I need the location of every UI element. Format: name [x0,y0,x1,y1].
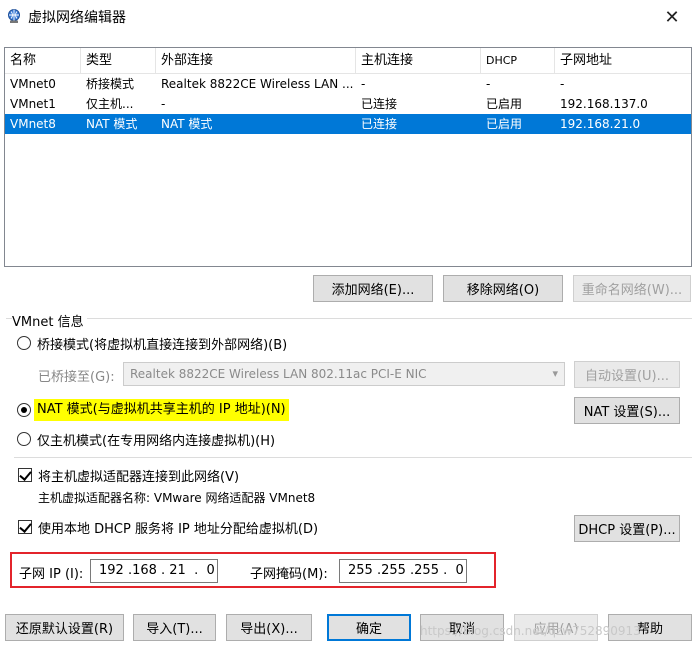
network-table[interactable]: 名称 类型 外部连接 主机连接 DHCP 子网地址 VMnet0 桥接模式 Re… [4,47,692,267]
remove-network-button[interactable]: 移除网络(O) [443,275,563,302]
auto-settings-button[interactable]: 自动设置(U)... [574,361,680,388]
column-header-dhcp[interactable]: DHCP [481,48,555,74]
group-divider [6,318,692,319]
column-header-external[interactable]: 外部连接 [156,48,356,74]
bridged-label[interactable]: 桥接模式(将虚拟机直接连接到外部网络)(B) [37,334,287,353]
hostonly-radio[interactable] [17,432,31,446]
row-subnet: 192.168.21.0 [560,117,641,131]
ok-button[interactable]: 确定 [327,614,411,641]
close-icon: ✕ [664,6,680,28]
watermark: https://blog.csdn.net/qzw752890913 [420,624,641,638]
row-host: - [361,77,366,91]
import-button[interactable]: 导入(T)... [133,614,216,641]
row-dhcp: 已启用 [486,97,523,111]
close-button[interactable]: ✕ [652,2,692,32]
add-network-button[interactable]: 添加网络(E)... [313,275,433,302]
column-header-host[interactable]: 主机连接 [356,48,481,74]
adapter-name-label: 主机虚拟适配器名称: VMware 网络适配器 VMnet8 [38,491,316,505]
dhcp-label[interactable]: 使用本地 DHCP 服务将 IP 地址分配给虚拟机(D) [38,518,318,537]
row-name: VMnet1 [10,97,56,111]
row-type: NAT 模式 [86,117,138,131]
subnet-ip-input[interactable]: 192 .168 . 21 . 0 [90,559,218,583]
subnet-mask-input[interactable]: 255 .255 .255 . 0 [339,559,467,583]
export-button[interactable]: 导出(X)... [226,614,312,641]
row-external: NAT 模式 [161,117,213,131]
column-header-type[interactable]: 类型 [81,48,156,74]
dhcp-settings-button[interactable]: DHCP 设置(P)... [574,515,680,542]
dhcp-checkbox[interactable] [18,520,32,534]
table-row[interactable]: VMnet1 仅主机... - 已连接 已启用 192.168.137.0 [5,94,691,114]
row-name: VMnet8 [10,117,56,131]
bridged-radio[interactable] [17,336,31,350]
row-host: 已连接 [361,117,398,131]
row-subnet: 192.168.137.0 [560,97,648,111]
subnet-ip-label: 子网 IP (I): [19,567,84,582]
row-dhcp: - [486,77,491,91]
chevron-down-icon: ▾ [552,367,558,380]
nat-radio[interactable] [17,403,31,417]
row-external: Realtek 8822CE Wireless LAN ... [161,77,354,91]
nat-label[interactable]: NAT 模式(与虚拟机共享主机的 IP 地址)(N) [34,399,289,421]
column-header-subnet[interactable]: 子网地址 [555,48,691,74]
table-row-selected[interactable]: VMnet8 NAT 模式 NAT 模式 已连接 已启用 192.168.21.… [5,114,691,134]
network-editor-icon [8,9,20,23]
table-row[interactable]: VMnet0 桥接模式 Realtek 8822CE Wireless LAN … [5,74,691,94]
rename-network-button[interactable]: 重命名网络(W)... [573,275,691,302]
row-type: 桥接模式 [86,77,135,91]
row-dhcp: 已启用 [486,117,523,131]
subnet-mask-label: 子网掩码(M): [250,567,328,582]
row-subnet: - [560,77,565,91]
nat-settings-button[interactable]: NAT 设置(S)... [574,397,680,424]
separator [14,457,692,458]
row-type: 仅主机... [86,97,134,111]
bridged-to-select[interactable]: Realtek 8822CE Wireless LAN 802.11ac PCI… [123,362,565,386]
connect-adapter-checkbox[interactable] [18,468,32,482]
row-external: - [161,97,166,111]
row-host: 已连接 [361,97,398,111]
row-name: VMnet0 [10,77,56,91]
connect-adapter-label[interactable]: 将主机虚拟适配器连接到此网络(V) [38,466,239,485]
column-header-name[interactable]: 名称 [5,48,81,74]
bridged-to-label: 已桥接至(G): [38,370,115,385]
bridged-to-value: Realtek 8822CE Wireless LAN 802.11ac PCI… [130,367,427,381]
restore-defaults-button[interactable]: 还原默认设置(R) [5,614,124,641]
vmnet-info-label: VMnet 信息 [12,311,87,330]
hostonly-label[interactable]: 仅主机模式(在专用网络内连接虚拟机)(H) [37,430,275,449]
table-header: 名称 类型 外部连接 主机连接 DHCP 子网地址 [5,48,691,74]
window-title: 虚拟网络编辑器 [28,10,126,26]
